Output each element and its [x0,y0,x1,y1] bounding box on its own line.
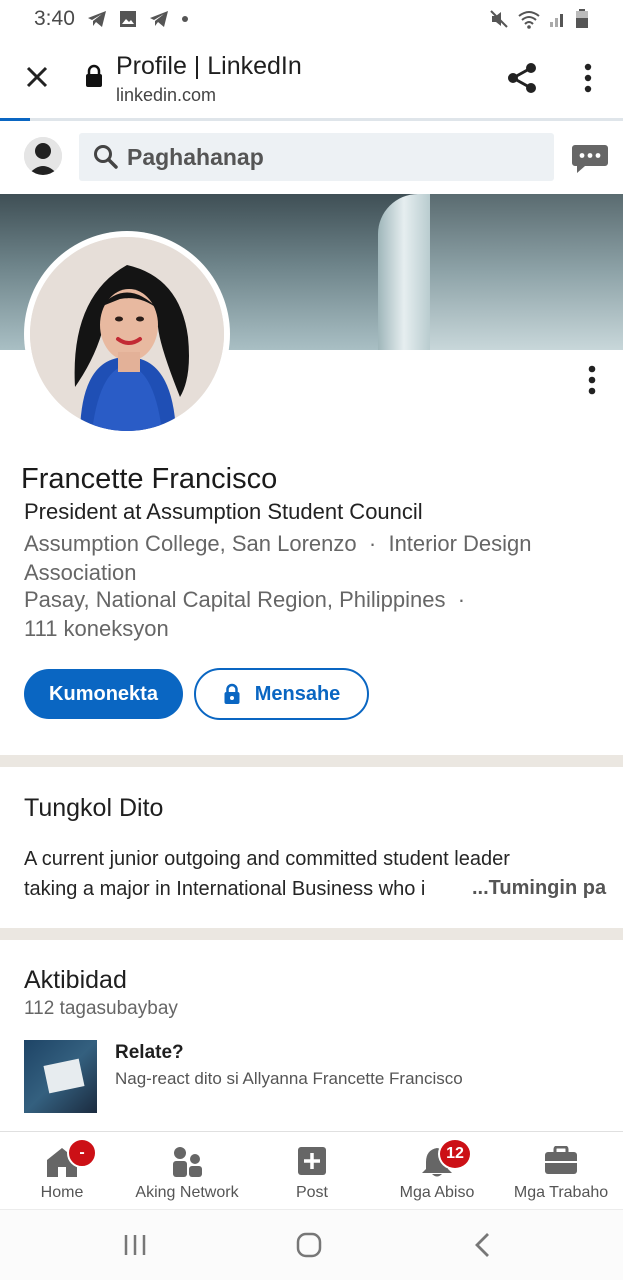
search-icon [94,145,118,169]
status-bar: 3:40 [0,0,623,38]
home-system-icon[interactable] [296,1232,322,1258]
wifi-icon [518,11,540,29]
follower-count: 112 tagasubaybay [24,998,178,1019]
profile-portrait-image [30,237,224,431]
nav-jobs[interactable]: Mga Trabaho [507,1132,615,1210]
gallery-icon [119,11,136,27]
page-title-block: Profile | LinkedIn linkedin.com [116,52,302,106]
profile-more-icon[interactable] [580,364,604,398]
about-line-1: A current junior outgoing and committed … [24,848,510,870]
activity-heading: Aktibidad [24,966,127,994]
page-title: Profile | LinkedIn [116,52,302,80]
bottom-navigation: - Home Aking Network Post 12 Mga Abiso M… [0,1131,623,1209]
section-divider [0,928,623,940]
messaging-icon[interactable] [571,143,609,175]
profile-location-row: Pasay, National Capital Region, Philippi… [24,587,465,613]
connect-button[interactable]: Kumonekta [24,669,183,719]
section-divider [0,755,623,767]
page-url[interactable]: linkedin.com [116,85,302,106]
status-system-icons [489,9,589,29]
status-notification-icons [87,10,189,28]
connect-button-label: Kumonekta [49,682,158,705]
recent-apps-icon[interactable] [122,1232,148,1258]
dot-icon [181,16,188,22]
separator-dot: · [368,531,377,556]
battery-icon [576,9,588,28]
profile-location: Pasay, National Capital Region, Philippi… [24,587,446,612]
network-icon [173,1147,202,1177]
home-badge: - [67,1138,97,1168]
user-avatar-icon [24,137,62,175]
system-navigation-bar [0,1209,623,1280]
telegram-icon [87,11,106,27]
lock-icon [86,64,102,87]
activity-post-title[interactable]: Relate? [115,1042,184,1064]
message-button[interactable]: Mensahe [194,668,369,720]
more-options-icon[interactable] [578,62,598,94]
message-button-label: Mensahe [254,682,341,705]
nav-home-label: Home [40,1184,84,1201]
mute-icon [490,10,508,28]
profile-name: Francette Francisco [21,463,278,495]
nav-notifications[interactable]: 12 Mga Abiso [392,1132,482,1210]
share-icon[interactable] [506,62,538,94]
close-icon[interactable] [22,62,52,92]
telegram-icon [149,11,168,27]
profile-photo[interactable] [24,231,230,437]
activity-post-thumbnail[interactable] [24,1040,97,1113]
briefcase-icon [545,1145,577,1174]
my-avatar[interactable] [24,137,62,175]
separator-dot: · [457,587,466,612]
notifications-badge: 12 [438,1138,472,1170]
see-more-link[interactable]: ...Tumingin pa [468,877,607,900]
profile-connections[interactable]: 111 koneksyon [24,616,169,642]
signal-icon [550,14,563,27]
nav-network[interactable]: Aking Network [128,1132,246,1210]
linkedin-header: Paghahanap [0,121,623,194]
lock-icon [224,683,240,704]
browser-toolbar: Profile | LinkedIn linkedin.com [0,38,623,118]
post-icon [298,1147,326,1175]
search-placeholder: Paghahanap [127,143,264,170]
nav-network-label: Aking Network [135,1184,239,1201]
activity-post-subtitle: Nag-react dito si Allyanna Francette Fra… [115,1069,463,1088]
about-heading: Tungkol Dito [24,794,164,822]
back-icon[interactable] [472,1232,494,1258]
nav-post[interactable]: Post [282,1132,342,1210]
nav-post-label: Post [295,1184,328,1201]
status-time: 3:40 [34,7,75,30]
profile-headline: President at Assumption Student Council [24,499,423,524]
nav-home[interactable]: - Home [34,1132,97,1210]
nav-jobs-label: Mga Trabaho [513,1184,609,1201]
search-input[interactable]: Paghahanap [79,133,554,181]
profile-education[interactable]: Assumption College, San Lorenzo [24,531,357,556]
nav-notifications-label: Mga Abiso [399,1184,475,1201]
profile-education-org: Assumption College, San Lorenzo · Interi… [24,529,599,587]
